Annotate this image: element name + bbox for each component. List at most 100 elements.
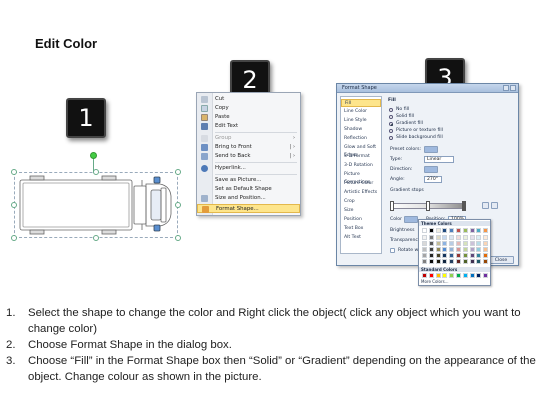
dialog-nav-picture-corrections[interactable]: Picture Corrections bbox=[341, 171, 381, 185]
color-swatch[interactable] bbox=[469, 259, 475, 264]
radio-no-fill[interactable] bbox=[389, 108, 393, 112]
color-swatch[interactable] bbox=[449, 241, 455, 246]
menu-item-edit-text[interactable]: Edit Text bbox=[197, 122, 300, 131]
menu-item-hyperlink[interactable]: Hyperlink... bbox=[197, 164, 300, 173]
color-swatch[interactable] bbox=[462, 241, 468, 246]
color-swatch[interactable] bbox=[449, 273, 455, 278]
radio-solid-fill[interactable] bbox=[389, 115, 393, 119]
color-swatch[interactable] bbox=[469, 247, 475, 252]
gradient-stop-1[interactable] bbox=[390, 201, 394, 211]
menu-item-set-default-shape[interactable]: Set as Default Shape bbox=[197, 185, 300, 194]
color-swatch[interactable] bbox=[428, 241, 434, 246]
color-swatch[interactable] bbox=[483, 253, 489, 258]
dialog-nav-3d-rotation[interactable]: 3-D Rotation bbox=[341, 162, 381, 170]
color-swatch[interactable] bbox=[476, 228, 482, 233]
add-stop-button[interactable] bbox=[482, 202, 489, 209]
menu-item-group[interactable]: Group › bbox=[197, 134, 300, 143]
color-swatch[interactable] bbox=[422, 228, 427, 233]
color-swatch[interactable] bbox=[422, 253, 427, 258]
color-swatch[interactable] bbox=[476, 273, 482, 278]
direction-button[interactable] bbox=[424, 166, 438, 173]
color-swatch[interactable] bbox=[442, 241, 448, 246]
color-swatch[interactable] bbox=[428, 273, 434, 278]
gradient-stop-2[interactable] bbox=[426, 201, 430, 211]
help-icon[interactable] bbox=[503, 85, 509, 91]
dialog-nav-line-color[interactable]: Line Color bbox=[341, 108, 381, 116]
color-swatch[interactable] bbox=[483, 235, 489, 240]
color-swatch[interactable] bbox=[456, 273, 461, 278]
color-swatch[interactable] bbox=[449, 247, 455, 252]
color-swatch[interactable] bbox=[469, 241, 475, 246]
dialog-nav-artistic-effects[interactable]: Artistic Effects bbox=[341, 189, 381, 197]
type-select[interactable]: Linear bbox=[424, 156, 454, 163]
truck-shape[interactable] bbox=[11, 152, 181, 242]
color-swatch[interactable] bbox=[483, 241, 489, 246]
color-swatch[interactable] bbox=[442, 259, 448, 264]
color-swatch[interactable] bbox=[456, 259, 461, 264]
menu-item-copy[interactable]: Copy bbox=[197, 104, 300, 113]
color-swatch[interactable] bbox=[462, 273, 468, 278]
color-swatch[interactable] bbox=[456, 241, 461, 246]
dialog-nav-shadow[interactable]: Shadow bbox=[341, 126, 381, 134]
color-swatch[interactable] bbox=[435, 259, 441, 264]
dialog-nav-size[interactable]: Size bbox=[341, 207, 381, 215]
color-swatch[interactable] bbox=[462, 259, 468, 264]
color-swatch[interactable] bbox=[428, 253, 434, 258]
color-swatch[interactable] bbox=[422, 259, 427, 264]
dialog-nav-crop[interactable]: Crop bbox=[341, 198, 381, 206]
color-swatch[interactable] bbox=[462, 247, 468, 252]
angle-input[interactable]: 270° bbox=[424, 176, 442, 183]
remove-stop-button[interactable] bbox=[491, 202, 498, 209]
more-colors-link[interactable]: More Colors... bbox=[421, 279, 449, 284]
color-swatch[interactable] bbox=[476, 253, 482, 258]
close-button[interactable]: Close bbox=[488, 256, 514, 264]
color-swatch[interactable] bbox=[422, 235, 427, 240]
color-swatch[interactable] bbox=[456, 247, 461, 252]
color-swatch[interactable] bbox=[483, 228, 489, 233]
color-swatch[interactable] bbox=[462, 228, 468, 233]
color-swatch[interactable] bbox=[422, 241, 427, 246]
menu-item-bring-to-front[interactable]: Bring to Front | › bbox=[197, 143, 300, 152]
color-swatch[interactable] bbox=[435, 247, 441, 252]
color-swatch[interactable] bbox=[428, 259, 434, 264]
gradient-stop-3[interactable] bbox=[462, 201, 466, 211]
color-swatch[interactable] bbox=[469, 235, 475, 240]
color-swatch[interactable] bbox=[456, 235, 461, 240]
color-swatch[interactable] bbox=[449, 228, 455, 233]
color-swatch[interactable] bbox=[435, 235, 441, 240]
color-swatch[interactable] bbox=[476, 247, 482, 252]
color-swatch[interactable] bbox=[476, 235, 482, 240]
color-swatch[interactable] bbox=[462, 235, 468, 240]
dialog-nav-glow[interactable]: Glow and Soft Edges bbox=[341, 144, 381, 158]
menu-item-send-to-back[interactable]: Send to Back | › bbox=[197, 152, 300, 161]
color-swatch[interactable] bbox=[422, 273, 427, 278]
color-swatch[interactable] bbox=[442, 273, 448, 278]
color-swatch[interactable] bbox=[456, 228, 461, 233]
color-swatch[interactable] bbox=[428, 247, 434, 252]
color-swatch[interactable] bbox=[428, 235, 434, 240]
color-swatch[interactable] bbox=[442, 247, 448, 252]
menu-item-save-as-picture[interactable]: Save as Picture... bbox=[197, 176, 300, 185]
color-swatch[interactable] bbox=[469, 273, 475, 278]
dialog-nav-alt-text[interactable]: Alt Text bbox=[341, 234, 381, 242]
radio-picture-fill[interactable] bbox=[389, 129, 393, 133]
color-swatch[interactable] bbox=[469, 228, 475, 233]
dialog-nav-reflection[interactable]: Reflection bbox=[341, 135, 381, 143]
color-swatch[interactable] bbox=[449, 235, 455, 240]
dialog-nav-line-style[interactable]: Line Style bbox=[341, 117, 381, 125]
preset-colors-button[interactable] bbox=[424, 146, 438, 153]
color-swatch[interactable] bbox=[422, 247, 427, 252]
dialog-nav-picture-color[interactable]: Picture Color bbox=[341, 180, 381, 188]
dialog-nav-fill[interactable]: Fill bbox=[341, 99, 381, 107]
menu-item-cut[interactable]: Cut bbox=[197, 95, 300, 104]
dialog-titlebar[interactable]: Format Shape bbox=[337, 84, 518, 93]
color-swatch[interactable] bbox=[449, 253, 455, 258]
color-swatch[interactable] bbox=[435, 253, 441, 258]
menu-item-format-shape[interactable]: Format Shape... bbox=[197, 204, 300, 213]
color-swatch[interactable] bbox=[483, 259, 489, 264]
color-swatch[interactable] bbox=[435, 228, 441, 233]
dialog-nav-text-box[interactable]: Text Box bbox=[341, 225, 381, 233]
color-swatch[interactable] bbox=[483, 273, 489, 278]
menu-item-paste[interactable]: Paste bbox=[197, 113, 300, 122]
color-swatch[interactable] bbox=[456, 253, 461, 258]
